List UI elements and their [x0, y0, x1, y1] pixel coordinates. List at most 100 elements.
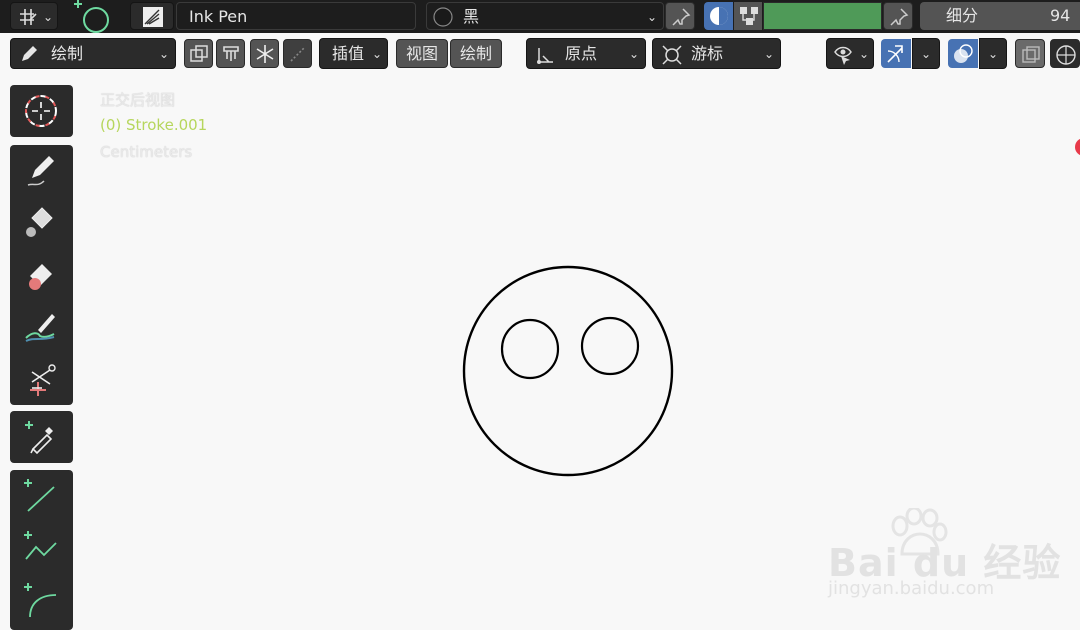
cursor-label: 游标 [691, 44, 724, 63]
vertex-paint-icon [738, 5, 760, 31]
overlay-dropdown[interactable]: ⌄ [979, 38, 1007, 69]
material-selector[interactable]: 黑 ⌄ [426, 2, 664, 30]
draw-tool[interactable] [10, 145, 72, 197]
merge-icon [221, 44, 241, 68]
origin-icon [535, 44, 557, 70]
gizmo-icon [885, 43, 907, 69]
tool-settings-bar: 绘制 ⌄ 插值 ⌄ 视图 绘制 原点 ⌄ 游标 ⌄ ⌄ ⌄ ⌄ [0, 33, 1080, 75]
mode-label: 绘制 [51, 44, 84, 63]
visibility-menu[interactable]: ⌄ [826, 38, 874, 69]
snap-button[interactable] [250, 39, 279, 68]
view-label: 视图 [406, 44, 439, 63]
chevron-down-icon: ⌄ [988, 47, 999, 61]
overlay-toggle[interactable] [948, 39, 978, 68]
scissors-icon [30, 364, 56, 396]
chevron-down-icon: ⌄ [859, 47, 870, 61]
chevron-down-icon: ⌄ [629, 47, 640, 61]
pencil-icon [19, 44, 39, 68]
guides-button[interactable] [283, 39, 312, 68]
dotted-line-icon [288, 44, 308, 68]
fill-tool[interactable] [10, 197, 72, 249]
copy-frames-icon [189, 44, 209, 68]
origin-label: 原点 [565, 44, 598, 63]
brush-name-field[interactable]: Ink Pen [176, 2, 416, 30]
auto-merge-button[interactable] [216, 39, 245, 68]
grease-pencil-drawing[interactable] [440, 250, 700, 490]
units-label: Centimeters [100, 143, 193, 161]
record-indicator [1075, 138, 1080, 156]
toolbar-eyedropper-group [10, 411, 73, 463]
chevron-down-icon: ⌄ [764, 47, 775, 61]
cutter-tool[interactable] [10, 353, 72, 405]
face-stroke[interactable] [462, 265, 674, 477]
mode-selector[interactable]: 绘制 ⌄ [10, 38, 176, 69]
cursor-icon [25, 95, 57, 127]
arc-tool[interactable] [10, 574, 72, 626]
editor-type-button[interactable]: ⌄ [10, 2, 58, 30]
interpolate-menu[interactable]: 插值 ⌄ [319, 38, 388, 69]
pencil-draw-icon [27, 156, 54, 186]
overlay-icon [952, 43, 974, 69]
cursor-selector[interactable]: 游标 ⌄ [652, 38, 781, 69]
arc-icon [24, 583, 57, 618]
pin-material-button[interactable] [665, 2, 695, 30]
circle-add-icon [74, 0, 109, 33]
subdivision-value: 94 [1050, 6, 1071, 25]
subdivision-slider[interactable]: 细分 94 [920, 2, 1080, 30]
eye-pointer-icon [833, 44, 855, 70]
cursor-tool[interactable] [10, 85, 72, 137]
polyline-icon [24, 531, 57, 560]
interpolate-label: 插值 [332, 44, 365, 63]
origin-selector[interactable]: 原点 ⌄ [526, 38, 646, 69]
add-circle-button[interactable] [70, 0, 114, 33]
chevron-down-icon: ⌄ [43, 10, 54, 24]
polyline-tool[interactable] [10, 522, 72, 574]
top-header-bar: ⌄ Ink Pen 黑 ⌄ 细分 94 [0, 0, 1080, 33]
material-color-icon [708, 5, 730, 31]
view-menu[interactable]: 视图 [396, 39, 448, 68]
draw-menu[interactable]: 绘制 [450, 39, 502, 68]
left-eye-stroke[interactable] [500, 318, 560, 380]
color-swatch[interactable] [763, 2, 882, 30]
brush-name: Ink Pen [189, 7, 248, 26]
tint-tool[interactable] [10, 301, 72, 353]
eyedropper-icon [25, 421, 53, 455]
erase-tool[interactable] [10, 249, 72, 301]
xray-icon [1020, 44, 1042, 70]
gizmo-toggle[interactable] [881, 39, 911, 68]
pin-color-button[interactable] [883, 2, 913, 30]
tint-brush-icon [25, 314, 55, 342]
pin-icon [889, 7, 909, 31]
snowflake-icon [255, 44, 275, 68]
pin-icon [671, 7, 691, 31]
watermark-url: jingyan.baidu.com [828, 578, 995, 599]
view-name-label: 正交后视图 [100, 91, 176, 109]
subdivision-label: 细分 [946, 6, 979, 25]
multiframe-button[interactable] [184, 39, 213, 68]
material-name: 黑 [463, 7, 480, 26]
material-color-mode-button[interactable] [704, 2, 733, 30]
toolbar-shape-group [10, 470, 73, 630]
toolbar-draw-group [10, 145, 73, 405]
active-object-label: (0) Stroke.001 [100, 116, 208, 134]
line-tool[interactable] [10, 470, 72, 522]
xray-toggle[interactable] [1015, 39, 1045, 68]
wireframe-shading-button[interactable] [1050, 39, 1080, 68]
baidu-watermark: Bai du 经验 jingyan.baidu.com [826, 508, 1076, 608]
draw-label: 绘制 [460, 44, 493, 63]
grid-move-icon [17, 6, 39, 32]
chevron-down-icon: ⌄ [372, 47, 383, 61]
material-sphere-icon [433, 7, 453, 31]
cursor-target-icon [661, 44, 683, 70]
globe-icon [1055, 44, 1077, 70]
eyedropper-tool[interactable] [10, 411, 72, 463]
gizmo-dropdown[interactable]: ⌄ [912, 38, 940, 69]
brush-preview-button[interactable] [130, 2, 174, 30]
toolbar-cursor-group [10, 85, 73, 137]
chevron-down-icon: ⌄ [921, 47, 932, 61]
ink-pen-brush-icon [142, 6, 164, 32]
right-eye-stroke[interactable] [580, 316, 640, 376]
chevron-down-icon: ⌄ [159, 47, 170, 61]
vertex-color-mode-button[interactable] [734, 2, 762, 30]
line-icon [24, 479, 55, 512]
